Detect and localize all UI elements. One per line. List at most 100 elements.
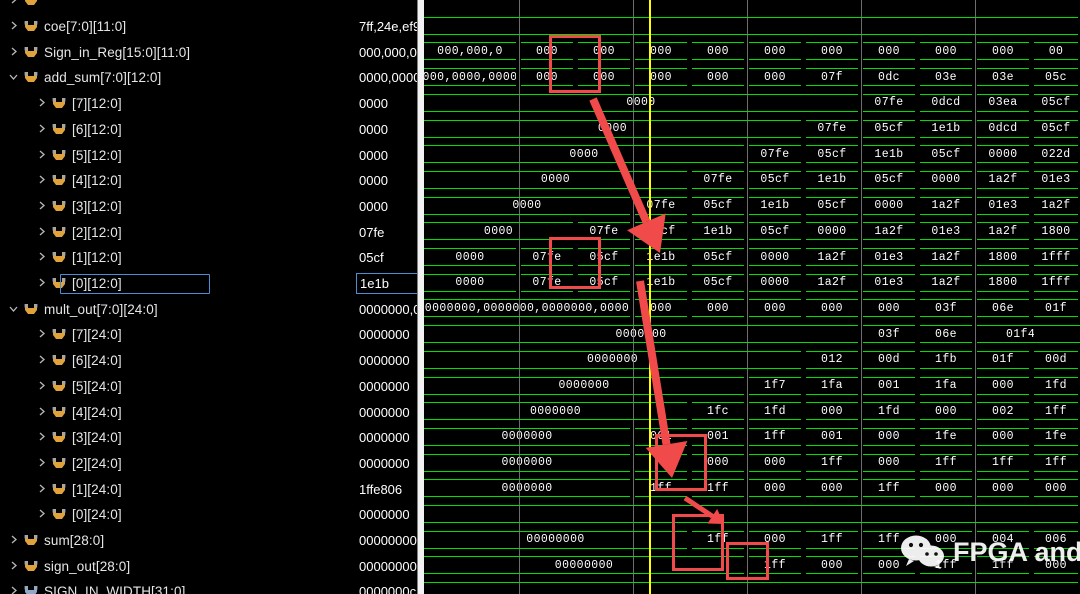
waveform-row[interactable]: 0000000,0000000,0000000,0000 000 000 000 000…	[424, 296, 1080, 322]
chevron-right-icon[interactable]	[36, 508, 49, 521]
bus-segment[interactable]: 05cf	[692, 196, 744, 215]
bus-segment[interactable]: 1e1b	[692, 222, 744, 241]
waveform-row[interactable]: 0000 07fe 05cf 1e1b 05cf 0000 1a2f 01e3 1a2f 1800	[424, 219, 1080, 245]
chevron-right-icon[interactable]	[8, 20, 21, 33]
bus-segment[interactable]: 000	[692, 68, 744, 87]
bus-segment[interactable]: 05cf	[692, 248, 744, 266]
bus-segment[interactable]: 1ff	[635, 479, 687, 498]
bus-segment[interactable]: 07fe	[578, 222, 630, 241]
tree-row[interactable]: add_sum[7:0][12:0]	[0, 65, 356, 91]
bus-segment[interactable]: 000	[806, 556, 858, 575]
waveform-row[interactable]	[424, 579, 1080, 594]
bus-segment[interactable]: 05cf	[863, 119, 915, 138]
waveform-row[interactable]: 000,000,0 000 000 000 000 000 000 000 000 000 00	[424, 39, 1080, 65]
bus-segment[interactable]: 05cf	[578, 248, 630, 266]
bus-segment[interactable]: 1ff	[1034, 402, 1078, 421]
bus-segment[interactable]: 000	[749, 299, 801, 318]
bus-segment[interactable]: 05cf	[692, 273, 744, 292]
bus-segment[interactable]: 00000000	[424, 530, 687, 549]
bus-segment[interactable]: 000,000,0	[424, 42, 516, 61]
bus-segment[interactable]: 00d	[863, 350, 915, 369]
bus-segment[interactable]: 1ff	[977, 453, 1029, 472]
bus-segment[interactable]: 05cf	[749, 222, 801, 241]
bus-segment[interactable]: 1ff	[749, 427, 801, 446]
bus-segment[interactable]: 0000	[424, 222, 573, 241]
waveform-row[interactable]: 0000000 1ff 1ff 000 000 1ff 000 000 000	[424, 476, 1080, 502]
bus-segment[interactable]: 006	[1034, 530, 1078, 549]
bus-segment[interactable]: 000	[749, 479, 801, 498]
chevron-right-icon[interactable]	[8, 46, 21, 59]
bus-segment[interactable]	[424, 505, 1078, 523]
bus-segment[interactable]: 05cf	[806, 196, 858, 215]
chevron-right-icon[interactable]	[36, 483, 49, 496]
waveform-row[interactable]: 0000 07fe 05cf 1e1b 05cf 0000 1a2f 01e3 1a2f	[424, 194, 1080, 220]
bus-segment[interactable]: 000	[806, 402, 858, 421]
tree-row[interactable]: [0][12:0]	[0, 271, 356, 297]
bus-segment[interactable]: 03f	[920, 299, 972, 318]
bus-segment[interactable]: 000	[749, 453, 801, 472]
waveform-row[interactable]: 0000 07fe 05cf 1e1b 05cf 0000 1a2f 01e3 1a2f 1800…	[424, 271, 1080, 297]
chevron-down-icon[interactable]	[8, 71, 21, 84]
bus-segment[interactable]: 1800	[1034, 222, 1078, 241]
bus-segment[interactable]: 0dc	[863, 68, 915, 87]
bus-segment[interactable]: 1ff	[692, 530, 744, 549]
bus-segment[interactable]: 03ea	[977, 93, 1029, 112]
bus-segment[interactable]: 001	[692, 427, 744, 446]
signal-value-pane[interactable]: 7ff,24e,ef9 000,000,0 0000,0000 0000 0000 000…	[356, 0, 418, 594]
tree-row[interactable]: [4][12:0]	[0, 168, 356, 194]
bus-segment[interactable]	[1034, 325, 1078, 344]
bus-segment[interactable]: 07fe	[635, 196, 687, 215]
tree-row[interactable]: mult_out[7:0][24:0]	[0, 296, 356, 322]
bus-segment[interactable]: 05cf	[920, 145, 972, 164]
bus-segment[interactable]: 1a2f	[920, 248, 972, 266]
bus-segment[interactable]: 1ff	[692, 479, 744, 498]
tree-row[interactable]: [5][12:0]	[0, 142, 356, 168]
tree-row[interactable]: [6][12:0]	[0, 117, 356, 143]
bus-segment[interactable]: 1e1b	[635, 273, 687, 292]
bus-segment[interactable]: 07fe	[749, 145, 801, 164]
bus-segment[interactable]: 1a2f	[806, 248, 858, 266]
bus-segment[interactable]: 000	[863, 453, 915, 472]
time-cursor[interactable]	[649, 0, 651, 594]
waveform-row[interactable]: 00000000 1ff 000 1ff 1ff 000 004 006	[424, 528, 1080, 554]
waveform-row[interactable]: 0000 07fe 0dcd 03ea 05cf	[424, 91, 1080, 117]
bus-segment[interactable]: 000	[863, 299, 915, 318]
bus-segment[interactable]: 1ff	[749, 556, 801, 575]
bus-segment[interactable]: 0000000	[424, 453, 630, 472]
bus-segment[interactable]: 022d	[1034, 145, 1078, 164]
bus-segment[interactable]: 1ff	[920, 453, 972, 472]
bus-segment[interactable]: 1e1b	[749, 196, 801, 215]
tree-row[interactable]: [1][24:0]	[0, 476, 356, 502]
bus-segment[interactable]: 000	[692, 42, 744, 61]
bus-segment[interactable]: 0000	[424, 196, 630, 215]
chevron-right-icon[interactable]	[36, 328, 49, 341]
bus-segment[interactable]: 012	[806, 350, 858, 369]
bus-segment[interactable]: 002	[977, 402, 1029, 421]
chevron-right-icon[interactable]	[8, 534, 21, 547]
bus-segment[interactable]: 1fd	[863, 402, 915, 421]
bus-segment[interactable]: 05cf	[578, 273, 630, 292]
bus-segment[interactable]: 1a2f	[977, 222, 1029, 241]
bus-segment[interactable]: 1e1b	[920, 119, 972, 138]
bus-segment[interactable]: 000	[920, 42, 972, 61]
bus-segment[interactable]: 0000	[424, 248, 516, 266]
tree-row[interactable]: [5][24:0]	[0, 374, 356, 400]
bus-segment[interactable]: 1fe	[920, 427, 972, 446]
bus-segment[interactable]	[424, 16, 1078, 35]
bus-segment[interactable]: 000	[1034, 479, 1078, 498]
bus-segment[interactable]: 000	[977, 376, 1029, 395]
bus-segment[interactable]: 03f	[863, 325, 915, 344]
bus-segment[interactable]: 07fe	[521, 273, 573, 292]
bus-segment[interactable]: 000	[521, 42, 573, 61]
bus-segment[interactable]: 05cf	[1034, 93, 1078, 112]
waveform-row[interactable]: 0000000 03f 06e 01f4c16	[424, 322, 1080, 348]
tree-row[interactable]: [7][12:0]	[0, 91, 356, 117]
bus-segment[interactable]: 0000	[424, 93, 858, 112]
bus-segment[interactable]: 1a2f	[1034, 196, 1078, 215]
tree-row[interactable]: [1][12:0]	[0, 245, 356, 271]
bus-segment[interactable]: 000	[1034, 556, 1078, 575]
bus-segment[interactable]: 1ff	[863, 530, 915, 549]
tree-row[interactable]: coe[7:0][11:0]	[0, 14, 356, 40]
bus-segment[interactable]: 1fa	[806, 376, 858, 395]
tree-row[interactable]: sign_out[28:0]	[0, 553, 356, 579]
